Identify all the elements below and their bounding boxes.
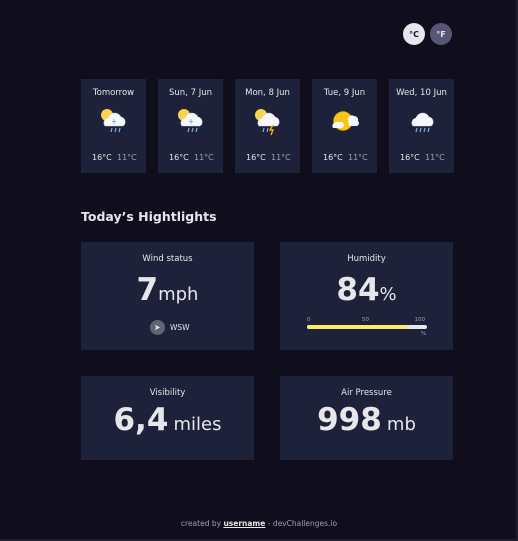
air-pressure-panel: Air Pressure 998 mb (280, 376, 453, 460)
forecast-day: Wed, 10 Jun (396, 88, 447, 98)
rain-icon (411, 112, 434, 133)
forecast-day: Tue, 9 Jun (323, 88, 366, 98)
wind-speed: 7mph (81, 272, 254, 308)
humidity-scale: 0 50 100 (307, 317, 425, 325)
wind-direction-label: WSW (170, 323, 190, 332)
visibility-label: Visibility (149, 388, 186, 398)
celsius-button[interactable]: °C (403, 23, 425, 45)
air-pressure-unit: mb (386, 414, 416, 435)
air-pressure-label: Air Pressure (341, 388, 392, 398)
visibility-panel: Visibility 6,4 miles (81, 376, 254, 460)
humidity-label: Humidity (347, 254, 386, 264)
wind-status-label: Wind status (142, 254, 193, 264)
forecast-max: 16°C (169, 153, 189, 162)
air-pressure-reading: 998 mb (280, 402, 453, 438)
wind-status-panel: Wind status 7mph WSW (81, 242, 254, 350)
forecast-max: 16°C (400, 153, 420, 162)
forecast-max: 16°C (246, 153, 266, 162)
humidity-bar (307, 325, 427, 329)
forecast-min: 11°C (271, 153, 291, 162)
forecast-min: 11°C (425, 153, 445, 162)
scale-min: 0 (307, 317, 311, 323)
forecast-max: 16°C (323, 153, 343, 162)
forecast-card: Wed, 10 Jun 16°C 11°C (389, 79, 454, 173)
footer-username-link[interactable]: username (223, 519, 265, 528)
forecast-min: 11°C (348, 153, 368, 162)
humidity-reading: 84% (280, 272, 453, 308)
forecast-min: 11°C (194, 153, 214, 162)
scale-max: 100 (414, 317, 426, 323)
forecast-day: Mon, 8 Jun (245, 88, 290, 98)
navigation-arrow-icon (150, 320, 165, 335)
visibility-value: 6,4 (113, 402, 169, 438)
wind-direction: WSW (150, 320, 190, 335)
forecast-day: Tomorrow (92, 88, 135, 98)
highlights-title: Today’s Hightlights (81, 209, 217, 224)
forecast-card: Sun, 7 Jun 16°C 11°C (158, 79, 223, 173)
visibility-reading: 6,4 miles (81, 402, 254, 438)
footer-suffix: - devChallenges.io (265, 519, 338, 528)
footer: created by username - devChallenges.io (0, 519, 518, 528)
humidity-bar-fill (307, 325, 408, 329)
scale-mid: 50 (362, 317, 369, 323)
fahrenheit-button[interactable]: °F (430, 23, 452, 45)
air-pressure-value: 998 (317, 402, 382, 438)
visibility-unit: miles (173, 414, 222, 435)
forecast-day: Sun, 7 Jun (169, 88, 212, 98)
wind-speed-unit: mph (158, 284, 199, 305)
forecast-card: Mon, 8 Jun 16°C 11°C (235, 79, 300, 173)
wind-speed-value: 7 (136, 272, 159, 308)
forecast-min: 11°C (117, 153, 137, 162)
sleet-icon (101, 109, 126, 133)
footer-prefix: created by (180, 519, 224, 528)
forecast-max: 16°C (92, 153, 112, 162)
humidity-panel: Humidity 84% 0 50 100 % (280, 242, 453, 350)
humidity-value: 84 (336, 272, 380, 308)
scale-unit: % (421, 331, 427, 337)
humidity-unit: % (379, 284, 397, 305)
partly-cloudy-icon (332, 110, 359, 132)
thunderstorm-icon (255, 109, 280, 136)
sleet-icon (178, 109, 203, 133)
forecast-card: Tomorrow 16°C 11°C (81, 79, 146, 173)
forecast-card: Tue, 9 Jun 16°C 11°C (312, 79, 377, 173)
